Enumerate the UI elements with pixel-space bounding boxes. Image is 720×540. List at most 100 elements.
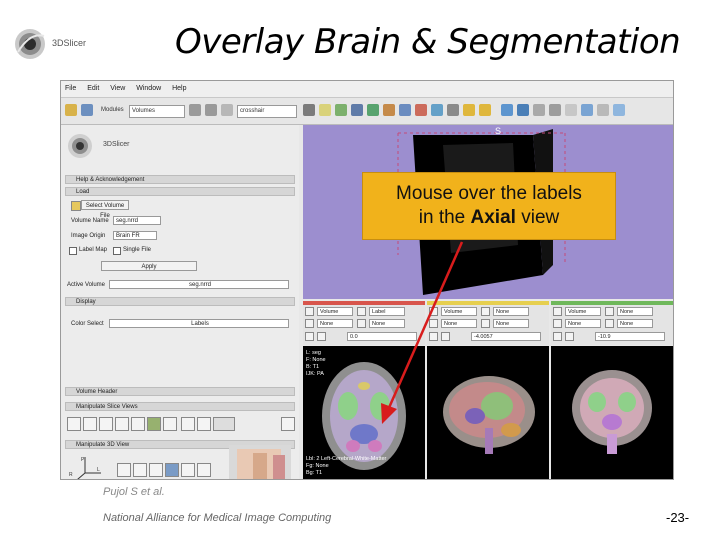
coronal-brain-image xyxy=(572,370,652,454)
red-lb-select[interactable]: None xyxy=(317,319,353,328)
green-orient-select[interactable]: None xyxy=(617,319,653,328)
menu-help[interactable]: Help xyxy=(172,85,186,92)
view-tool-8-icon[interactable] xyxy=(133,479,147,480)
green-link-icon[interactable] xyxy=(553,332,562,341)
volume-name-field[interactable]: seg.nrrd xyxy=(113,216,161,225)
single-file-checkbox[interactable] xyxy=(113,247,121,255)
green-eye-icon[interactable] xyxy=(565,332,574,341)
apply-button[interactable]: Apply xyxy=(101,261,197,271)
search-field[interactable]: crosshair xyxy=(237,105,297,118)
view-tool-5-icon[interactable] xyxy=(181,463,195,477)
slice-tool-8-icon[interactable] xyxy=(181,417,195,431)
red-opacity-icon[interactable] xyxy=(357,319,366,328)
svg-text:R: R xyxy=(69,472,73,478)
refresh-icon[interactable] xyxy=(221,104,233,116)
menu-file[interactable]: File xyxy=(65,85,76,92)
link-icon[interactable] xyxy=(581,104,593,116)
image-origin-select[interactable]: Brain FR xyxy=(113,231,157,240)
select-volume-button[interactable]: Select Volume File xyxy=(81,200,129,219)
label-map-checkbox[interactable] xyxy=(69,247,77,255)
editor-icon[interactable] xyxy=(367,104,379,116)
tools-icon[interactable] xyxy=(431,104,443,116)
slice-tool-4-icon[interactable] xyxy=(115,417,129,431)
view-tool-2-icon[interactable] xyxy=(133,463,147,477)
transform-icon[interactable] xyxy=(383,104,395,116)
load-section[interactable]: Load xyxy=(65,187,295,196)
menu-view[interactable]: View xyxy=(110,85,125,92)
green-label-icon[interactable] xyxy=(553,319,562,328)
yellow-toggle-icon[interactable] xyxy=(481,307,490,316)
axial-label-readout: Lbl: 2 Left-Cerebral-White-Matter Fg: No… xyxy=(306,456,387,476)
slice-tool-10-icon[interactable] xyxy=(281,417,295,431)
view-preview-thumbnail xyxy=(229,445,291,479)
red-eye-icon[interactable] xyxy=(317,332,326,341)
module-select[interactable]: Volumes xyxy=(129,105,185,118)
green-fg-select[interactable]: Volume xyxy=(565,307,601,316)
manipulate-slice-section[interactable]: Manipulate Slice Views xyxy=(65,402,295,411)
green-toggle-icon[interactable] xyxy=(605,307,614,316)
volumes-icon[interactable] xyxy=(319,104,331,116)
active-volume-label: Active Volume xyxy=(67,282,106,288)
menu-edit[interactable]: Edit xyxy=(87,85,99,92)
green-pin-icon[interactable] xyxy=(553,307,562,316)
green-opacity-icon[interactable] xyxy=(605,319,614,328)
arrows-icon[interactable] xyxy=(533,104,545,116)
camera-icon[interactable] xyxy=(415,104,427,116)
crosshair-icon[interactable] xyxy=(565,104,577,116)
green-lb-select[interactable]: None xyxy=(565,319,601,328)
undo-icon[interactable] xyxy=(463,104,475,116)
data-icon[interactable] xyxy=(65,104,77,116)
fiducials-icon[interactable] xyxy=(351,104,363,116)
layout-conventional-icon[interactable] xyxy=(517,104,529,116)
yellow-offset-field[interactable]: -4.0057 xyxy=(471,332,541,341)
coronal-slice-view[interactable] xyxy=(551,346,673,479)
red-label-icon[interactable] xyxy=(305,319,314,328)
green-bg-select[interactable]: None xyxy=(617,307,653,316)
screenshot-icon[interactable] xyxy=(597,104,609,116)
red-pin-icon[interactable] xyxy=(305,307,314,316)
back-icon[interactable] xyxy=(189,104,201,116)
redo-icon[interactable] xyxy=(479,104,491,116)
view-tool-10-icon[interactable] xyxy=(165,479,179,480)
view-icon[interactable] xyxy=(399,104,411,116)
view-tool-1-icon[interactable] xyxy=(117,463,131,477)
home-icon[interactable] xyxy=(303,104,315,116)
models-icon[interactable] xyxy=(335,104,347,116)
menu-window[interactable]: Window xyxy=(136,85,161,92)
red-link-icon[interactable] xyxy=(305,332,314,341)
slice-tool-3-icon[interactable] xyxy=(99,417,113,431)
slice-tool-7-icon[interactable] xyxy=(163,417,177,431)
layout-icon[interactable] xyxy=(501,104,513,116)
slice-tool-1-icon[interactable] xyxy=(67,417,81,431)
fullscreen-icon[interactable] xyxy=(549,104,561,116)
grid-icon[interactable] xyxy=(447,104,459,116)
forward-icon[interactable] xyxy=(205,104,217,116)
color-select[interactable]: Labels xyxy=(109,319,289,328)
display-section[interactable]: Display xyxy=(65,297,295,306)
active-volume-select[interactable]: seg.nrrd xyxy=(109,280,289,289)
layout-one-icon[interactable] xyxy=(613,104,625,116)
slice-tool-2-icon[interactable] xyxy=(83,417,97,431)
help-section[interactable]: Help & Acknowledgement xyxy=(65,175,295,184)
volume-header-section[interactable]: Volume Header xyxy=(65,387,295,396)
slice-tool-6-icon[interactable] xyxy=(147,417,161,431)
red-toggle-icon[interactable] xyxy=(357,307,366,316)
view-tool-4-icon[interactable] xyxy=(165,463,179,477)
view-tool-7-icon[interactable] xyxy=(117,479,131,480)
slice-tool-5-icon[interactable] xyxy=(131,417,145,431)
green-offset-field[interactable]: -10.9 xyxy=(595,332,665,341)
view-tool-11-icon[interactable] xyxy=(181,479,195,480)
red-fg-select[interactable]: Volume xyxy=(317,307,353,316)
view-tool-3-icon[interactable] xyxy=(149,463,163,477)
slice-tool-9-icon[interactable] xyxy=(197,417,211,431)
view-tool-6-icon[interactable] xyxy=(197,463,211,477)
inner-logo: 3DSlicer xyxy=(65,131,155,161)
yellow-bg-select[interactable]: None xyxy=(493,307,529,316)
save-icon[interactable] xyxy=(81,104,93,116)
yellow-orient-select[interactable]: None xyxy=(493,319,529,328)
view-tool-12-icon[interactable] xyxy=(197,479,211,480)
slice-slider[interactable] xyxy=(213,417,235,431)
view-tool-9-icon[interactable] xyxy=(149,479,163,480)
3d-axis-label: S xyxy=(495,126,502,136)
yellow-opacity-icon[interactable] xyxy=(481,319,490,328)
